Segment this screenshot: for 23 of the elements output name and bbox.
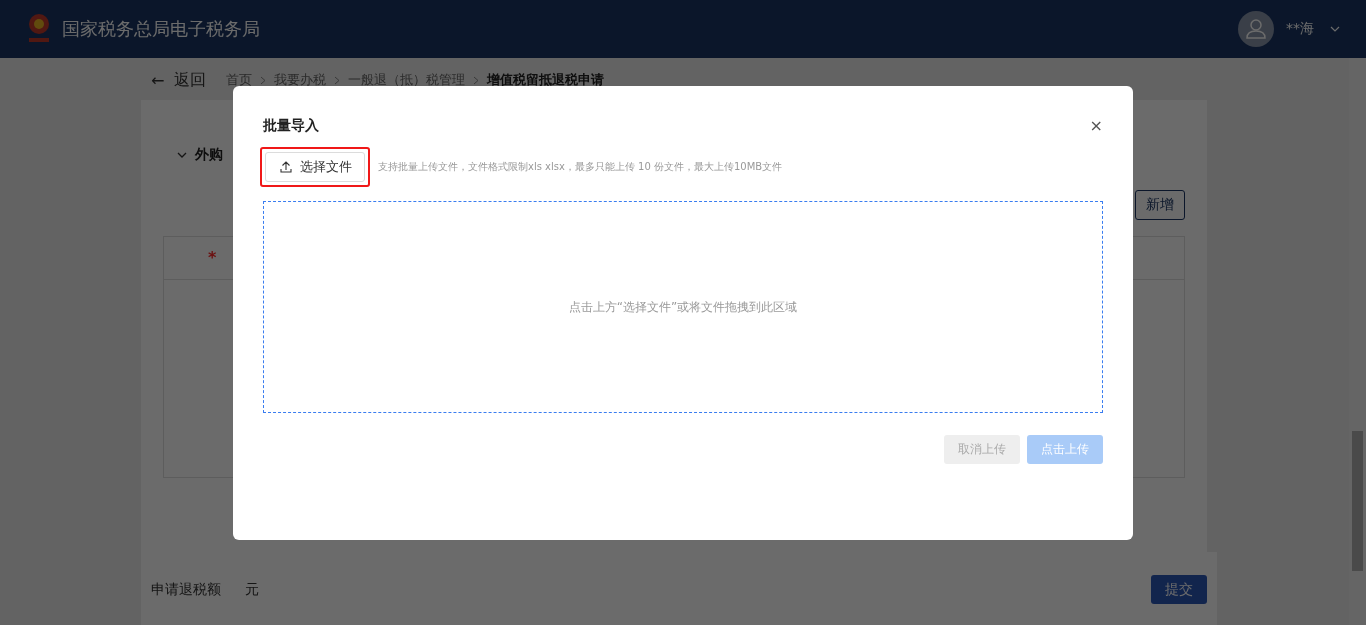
select-file-button[interactable]: 选择文件 [265, 152, 365, 182]
close-button[interactable]: × [1089, 116, 1103, 135]
upload-icon [280, 161, 292, 173]
chevron-down-icon[interactable] [1330, 24, 1340, 34]
chevron-down-icon[interactable] [177, 150, 187, 160]
drop-zone-text: 点击上方“选择文件”或将文件拖拽到此区域 [568, 298, 798, 316]
required-mark: * [208, 250, 217, 266]
user-name[interactable]: **海 [1286, 20, 1314, 38]
breadcrumb-item: 增值税留抵退税申请 [487, 71, 605, 89]
unit-label: 元 [245, 580, 259, 599]
refund-label: 申请退税额 [151, 580, 221, 599]
back-link[interactable]: ← 返回 [151, 69, 207, 91]
dialog-title: 批量导入 [263, 116, 319, 135]
section-title: 外购 [195, 146, 223, 164]
upload-hint: 支持批量上传文件，文件格式限制xls xlsx，最多只能上传 10 份文件，最大上传10MB文件 [378, 160, 783, 174]
chevron-right-icon [473, 75, 480, 85]
drop-zone[interactable]: 点击上方“选择文件”或将文件拖拽到此区域 [263, 201, 1103, 413]
add-button[interactable]: 新增 [1135, 190, 1185, 220]
site-title: 国家税务总局电子税务局 [62, 17, 260, 41]
avatar-icon[interactable] [1238, 11, 1274, 47]
chevron-right-icon [334, 75, 341, 85]
chevron-right-icon [260, 75, 267, 85]
submit-button[interactable]: 提交 [1151, 575, 1207, 604]
